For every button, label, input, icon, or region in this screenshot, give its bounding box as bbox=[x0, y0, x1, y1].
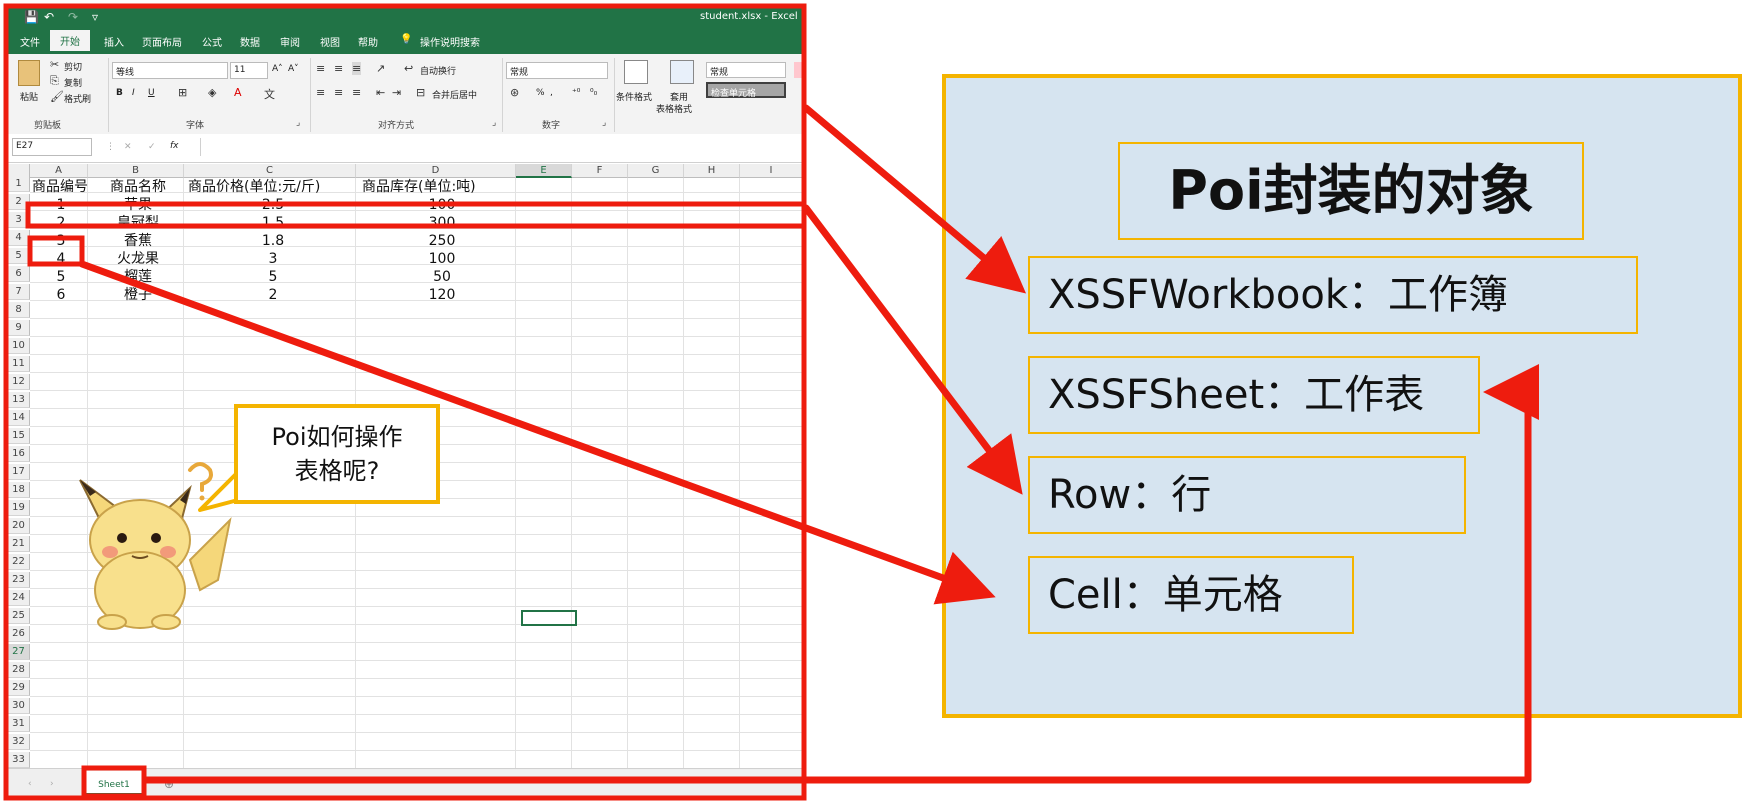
arrow-cell bbox=[78, 260, 996, 605]
annotation-overlay bbox=[3, 3, 1539, 801]
workbook-outline bbox=[3, 3, 807, 801]
row-outline bbox=[25, 201, 807, 229]
cell-outline bbox=[27, 235, 85, 267]
sheet-tab-outline bbox=[81, 765, 147, 799]
arrow-sheet bbox=[142, 364, 1539, 784]
arrow-row bbox=[802, 204, 1023, 495]
